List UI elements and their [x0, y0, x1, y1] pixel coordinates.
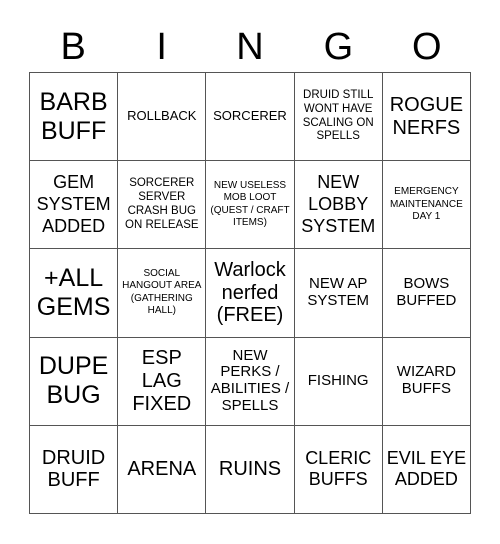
cell-text: EMERGENCY MAINTENANCE DAY 1 [389, 186, 463, 223]
cell-text: CLERIC BUFFS [305, 447, 372, 490]
bingo-cell-r3-c1[interactable]: ESP LAG FIXED [118, 337, 207, 426]
bingo-cell-r0-c0[interactable]: BARB BUFF [30, 73, 119, 162]
header-letter-n: N [236, 26, 264, 68]
bingo-cell-r1-c0[interactable]: GEM SYSTEM ADDED [30, 161, 119, 250]
header-letter-o: O [412, 26, 442, 68]
cell-text: NEW AP SYSTEM [307, 275, 370, 309]
bingo-cell-r4-c2[interactable]: RUINS [206, 425, 295, 514]
bingo-cell-r2-c3[interactable]: NEW AP SYSTEM [294, 249, 383, 338]
cell-text: ROGUE NERFS [389, 93, 464, 139]
bingo-cell-r1-c1[interactable]: SORCERER SERVER CRASH BUG ON RELEASE [118, 161, 207, 250]
cell-text: DRUID STILL WONT HAVE SCALING ON SPELLS [302, 89, 374, 143]
bingo-cell-r4-c3[interactable]: CLERIC BUFFS [294, 425, 383, 514]
bingo-cell-r4-c1[interactable]: ARENA [118, 425, 207, 514]
cell-text: +ALL GEMS [36, 264, 111, 321]
cell-text: SORCERER SERVER CRASH BUG ON RELEASE [125, 177, 199, 231]
cell-text: GEM SYSTEM ADDED [36, 172, 111, 236]
bingo-board: BARB BUFF ROLLBACK SORCERER DRUID STILL … [29, 72, 471, 514]
bingo-cell-r2-c1[interactable]: SOCIAL HANGOUT AREA (GATHERING HALL) [118, 249, 207, 338]
cell-text: NEW LOBBY SYSTEM [301, 172, 376, 236]
cell-text: WIZARD BUFFS [396, 363, 456, 398]
cell-text: SORCERER [213, 108, 287, 124]
bingo-cell-r3-c4[interactable]: WIZARD BUFFS [382, 337, 471, 426]
header-letter-b: B [60, 26, 86, 68]
bingo-header: B I N G O [29, 22, 471, 72]
bingo-cell-r0-c2[interactable]: SORCERER [206, 73, 295, 162]
bingo-cell-r3-c0[interactable]: DUPE BUG [30, 337, 119, 426]
header-letter-g: G [323, 26, 354, 68]
cell-text: SOCIAL HANGOUT AREA (GATHERING HALL) [122, 267, 202, 317]
cell-text: BOWS BUFFED [396, 275, 457, 309]
bingo-cell-r0-c4[interactable]: ROGUE NERFS [382, 73, 471, 162]
bingo-cell-r1-c3[interactable]: NEW LOBBY SYSTEM [294, 161, 383, 250]
bingo-cell-r1-c2[interactable]: NEW USELESS MOB LOOT (QUEST / CRAFT ITEM… [206, 161, 295, 250]
cell-text: DUPE BUG [38, 352, 109, 410]
cell-text: DRUID BUFF [41, 446, 106, 492]
header-letter-i: I [156, 26, 167, 68]
cell-text: ROLLBACK [127, 108, 197, 124]
cell-text: FISHING [307, 371, 369, 389]
cell-text: ESP LAG FIXED [132, 347, 192, 415]
bingo-cell-r4-c4[interactable]: EVIL EYE ADDED [382, 425, 471, 514]
cell-text: ARENA [127, 457, 197, 480]
bingo-cell-r0-c1[interactable]: ROLLBACK [118, 73, 207, 162]
cell-text: RUINS [218, 457, 282, 480]
bingo-cell-r0-c3[interactable]: DRUID STILL WONT HAVE SCALING ON SPELLS [294, 73, 383, 162]
cell-text: EVIL EYE ADDED [386, 447, 467, 490]
bingo-cell-r4-c0[interactable]: DRUID BUFF [30, 425, 119, 514]
cell-text: NEW PERKS / ABILITIES / SPELLS [210, 346, 290, 414]
cell-text: NEW USELESS MOB LOOT (QUEST / CRAFT ITEM… [210, 179, 290, 229]
bingo-cell-r2-c4[interactable]: BOWS BUFFED [382, 249, 471, 338]
bingo-cell-r2-c0[interactable]: +ALL GEMS [30, 249, 119, 338]
bingo-cell-r2-c2[interactable]: Warlock nerfed (FREE) [206, 249, 295, 338]
cell-text: Warlock nerfed (FREE) [214, 258, 286, 327]
bingo-cell-r1-c4[interactable]: EMERGENCY MAINTENANCE DAY 1 [382, 161, 471, 250]
cell-text: BARB BUFF [39, 87, 108, 145]
bingo-cell-r3-c2[interactable]: NEW PERKS / ABILITIES / SPELLS [206, 337, 295, 426]
bingo-cell-r3-c3[interactable]: FISHING [294, 337, 383, 426]
